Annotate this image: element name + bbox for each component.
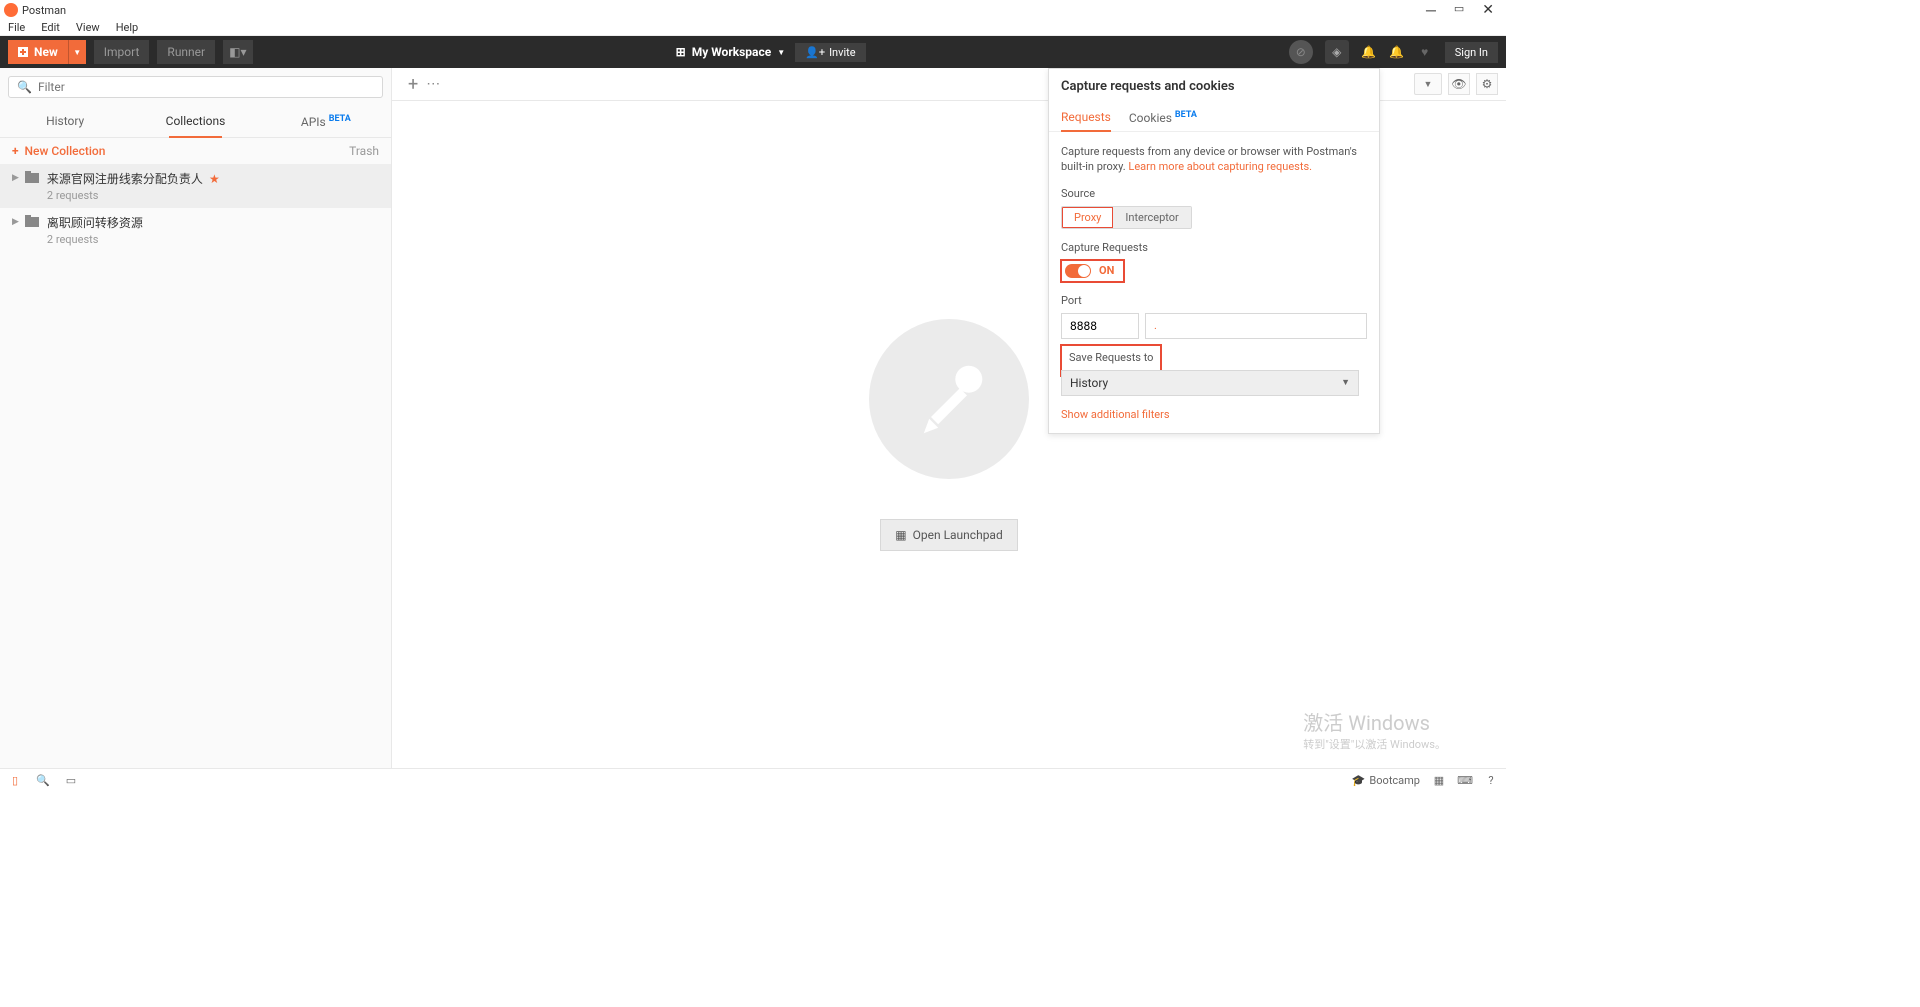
sidebar-toggle-icon[interactable]: ▯: [8, 774, 22, 788]
filter-wrap[interactable]: 🔍: [8, 76, 383, 98]
port-label: Port: [1061, 294, 1367, 307]
capture-icon[interactable]: ◈: [1325, 40, 1349, 64]
search-icon: 🔍: [17, 80, 32, 94]
filter-input[interactable]: [38, 80, 374, 94]
source-interceptor-option[interactable]: Interceptor: [1113, 207, 1190, 228]
workspace-switcher[interactable]: ⊞ My Workspace ▼: [676, 45, 785, 59]
save-requests-label: Save Requests to: [1069, 351, 1153, 364]
open-launchpad-button[interactable]: ▦ Open Launchpad: [880, 519, 1017, 551]
launchpad-icon: ▦: [895, 528, 906, 542]
help-icon[interactable]: ?: [1484, 774, 1498, 788]
launchpad-illustration: [869, 319, 1029, 479]
folder-icon: [25, 217, 39, 227]
save-requests-select[interactable]: History ▼: [1061, 370, 1359, 396]
collection-item[interactable]: ▶ 来源官网注册线索分配负责人 ★ 2 requests: [0, 164, 391, 208]
menu-edit[interactable]: Edit: [37, 21, 64, 34]
window-title: Postman: [22, 4, 1426, 17]
tab-options-button[interactable]: ⋯: [426, 76, 440, 92]
shortcuts-icon[interactable]: ⌨: [1458, 774, 1472, 788]
add-tab-button[interactable]: +: [400, 74, 426, 95]
maximize-icon[interactable]: ▭: [1454, 2, 1464, 19]
collection-meta: 2 requests: [47, 189, 220, 202]
port-input[interactable]: [1061, 313, 1139, 339]
chevron-down-icon: ▼: [1341, 377, 1350, 388]
new-collection-button[interactable]: New Collection: [12, 144, 105, 158]
capture-description: Capture requests from any device or brow…: [1061, 144, 1367, 175]
invite-icon: 👤+: [805, 46, 825, 59]
open-launchpad-label: Open Launchpad: [913, 528, 1003, 542]
capture-requests-label: Capture Requests: [1061, 241, 1367, 254]
settings-icon[interactable]: ⚙: [1476, 73, 1498, 95]
sidebar: 🔍 History Collections APIs BETA New Coll…: [0, 68, 392, 768]
collection-item[interactable]: ▶ 离职顾问转移资源 2 requests: [0, 208, 391, 252]
beta-badge: BETA: [329, 114, 351, 124]
signin-button[interactable]: Sign In: [1445, 42, 1498, 63]
bootcamp-link[interactable]: 🎓 Bootcamp: [1352, 774, 1420, 787]
collection-name: 来源官网注册线索分配负责人: [47, 170, 203, 187]
console-icon[interactable]: ▭: [64, 774, 78, 788]
app-icon: [4, 3, 18, 17]
source-toggle: Proxy Interceptor: [1061, 206, 1192, 229]
notifications-icon[interactable]: 🔔: [1389, 44, 1405, 60]
port-display: .: [1145, 313, 1367, 339]
capture-tab-cookies[interactable]: Cookies BETA: [1129, 104, 1197, 131]
workspace-label: My Workspace: [692, 45, 772, 59]
new-dropdown[interactable]: ▼: [68, 40, 86, 64]
plus-icon: [18, 47, 28, 57]
sync-icon[interactable]: ⊘: [1289, 40, 1313, 64]
invite-label: Invite: [829, 46, 856, 59]
tab-history[interactable]: History: [0, 106, 130, 137]
menu-help[interactable]: Help: [112, 21, 143, 34]
new-label: New: [34, 45, 58, 59]
cookies-label: Cookies: [1129, 111, 1172, 125]
menubar: File Edit View Help: [0, 20, 1506, 36]
find-icon[interactable]: 🔍: [36, 774, 50, 788]
tab-apis[interactable]: APIs BETA: [261, 106, 391, 137]
capture-toggle-wrap: ON: [1061, 260, 1124, 282]
content: + ⋯ ▼ 👁 ⚙ ▦ Open Launchpad 激活 Windows 转: [392, 68, 1506, 768]
beta-badge: BETA: [1175, 110, 1197, 120]
new-button[interactable]: New: [8, 40, 68, 64]
collection-meta: 2 requests: [47, 233, 143, 246]
bootcamp-label: Bootcamp: [1369, 774, 1420, 787]
collection-name: 离职顾问转移资源: [47, 214, 143, 231]
chevron-right-icon[interactable]: ▶: [12, 217, 19, 227]
capture-title: Capture requests and cookies: [1049, 69, 1379, 104]
source-label: Source: [1061, 187, 1367, 200]
statusbar: ▯ 🔍 ▭ 🎓 Bootcamp ▦ ⌨ ?: [0, 768, 1506, 792]
capture-tab-requests[interactable]: Requests: [1061, 104, 1111, 131]
learn-more-link[interactable]: Learn more about capturing requests.: [1128, 160, 1312, 173]
grid-icon: ⊞: [676, 45, 686, 59]
minimize-icon[interactable]: ─: [1426, 2, 1436, 19]
alert-icon[interactable]: 🔔: [1361, 44, 1377, 60]
chevron-down-icon: ▼: [777, 48, 785, 57]
menu-file[interactable]: File: [4, 21, 29, 34]
import-button[interactable]: Import: [94, 40, 150, 64]
environment-dropdown[interactable]: ▼: [1414, 73, 1442, 95]
star-icon[interactable]: ★: [209, 172, 220, 186]
invite-button[interactable]: 👤+ Invite: [795, 43, 865, 62]
menu-view[interactable]: View: [72, 21, 104, 34]
show-filters-link[interactable]: Show additional filters: [1061, 408, 1367, 421]
capture-panel: Capture requests and cookies Requests Co…: [1048, 68, 1380, 434]
main: 🔍 History Collections APIs BETA New Coll…: [0, 68, 1506, 768]
panes-icon[interactable]: ▦: [1432, 774, 1446, 788]
tab-collections[interactable]: Collections: [130, 106, 260, 137]
save-select-value: History: [1070, 376, 1108, 390]
close-icon[interactable]: ✕: [1482, 2, 1494, 19]
windows-button[interactable]: ◧▾: [223, 40, 252, 64]
capture-toggle[interactable]: [1065, 264, 1091, 278]
bootcamp-icon: 🎓: [1352, 774, 1366, 787]
folder-icon: [25, 173, 39, 183]
runner-button[interactable]: Runner: [157, 40, 215, 64]
heart-icon[interactable]: ♥: [1417, 44, 1433, 60]
window-titlebar: Postman ─ ▭ ✕: [0, 0, 1506, 20]
toggle-label: ON: [1099, 264, 1114, 277]
trash-link[interactable]: Trash: [349, 144, 379, 158]
chevron-right-icon[interactable]: ▶: [12, 173, 19, 183]
source-proxy-option[interactable]: Proxy: [1062, 207, 1113, 228]
toolbar: New ▼ Import Runner ◧▾ ⊞ My Workspace ▼ …: [0, 36, 1506, 68]
apis-label: APIs: [301, 115, 326, 129]
environment-look-icon[interactable]: 👁: [1448, 73, 1470, 95]
